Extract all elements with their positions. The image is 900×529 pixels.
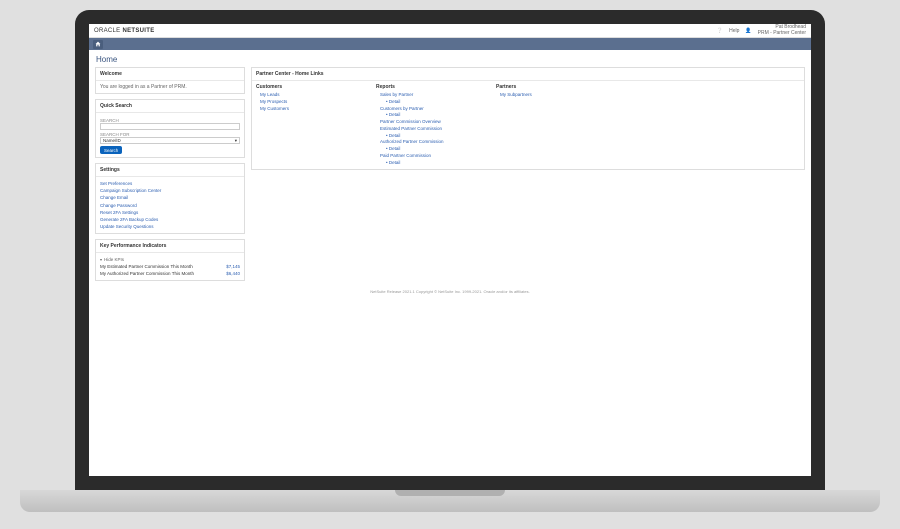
- user-block[interactable]: Pat Brodhead PRM - Partner Center: [758, 25, 806, 36]
- kpi-value[interactable]: $7,145: [226, 264, 240, 269]
- settings-title: Settings: [96, 164, 244, 177]
- kpi-hide-toggle[interactable]: ▾Hide KPIs: [100, 256, 240, 263]
- settings-link-2[interactable]: Change Email: [100, 194, 240, 201]
- quicksearch-portlet: Quick Search SEARCH SEARCH FOR Name/ID ▾…: [95, 99, 245, 158]
- homelinks-link-1-8[interactable]: • Detail: [376, 146, 476, 153]
- homelinks-heading: Partners: [496, 84, 596, 90]
- homelinks-heading: Customers: [256, 84, 356, 90]
- brand-suffix: NETSUITE: [122, 28, 154, 34]
- user-role: PRM - Partner Center: [758, 31, 806, 37]
- topbar: ORACLE NETSUITE ❔ Help 👤 Pat Brodhead PR…: [89, 24, 811, 38]
- homelinks-link-1-7[interactable]: Authorized Partner Commission: [376, 139, 476, 146]
- searchfor-select[interactable]: Name/ID ▾: [100, 137, 240, 144]
- laptop-base: [20, 490, 880, 512]
- homelinks-portlet: Partner Center - Home Links Customers My …: [251, 67, 805, 170]
- homelinks-link-2-0[interactable]: My Subpartners: [496, 92, 596, 99]
- settings-link-3[interactable]: Change Password: [100, 202, 240, 209]
- settings-link-6[interactable]: Update Security Questions: [100, 223, 240, 230]
- home-icon[interactable]: [93, 40, 103, 49]
- homelinks-link-1-2[interactable]: Customers by Partner: [376, 106, 476, 113]
- homelinks-col-0: Customers My LeadsMy ProspectsMy Customer…: [256, 84, 356, 166]
- brand-prefix: ORACLE: [94, 28, 120, 34]
- topbar-right: ❔ Help 👤 Pat Brodhead PRM - Partner Cent…: [717, 25, 806, 36]
- homelinks-link-1-5[interactable]: Estimated Partner Commission: [376, 126, 476, 133]
- homelinks-link-0-2[interactable]: My Customers: [256, 106, 356, 113]
- kpi-hide-label: Hide KPIs: [104, 257, 124, 262]
- help-link[interactable]: Help: [729, 28, 739, 34]
- kpi-portlet: Key Performance Indicators ▾Hide KPIs My…: [95, 239, 245, 281]
- collapse-icon: ▾: [100, 257, 102, 262]
- left-column: Welcome You are logged in as a Partner o…: [95, 67, 245, 281]
- homelinks-link-1-6[interactable]: • Detail: [376, 133, 476, 140]
- navbar: [89, 38, 811, 50]
- welcome-message: You are logged in as a Partner of PRM.: [96, 81, 244, 93]
- kpi-name: My Authorized Partner Commission This Mo…: [100, 271, 194, 276]
- homelinks-link-1-4[interactable]: Partner Commission Overview: [376, 119, 476, 126]
- settings-list: Set PreferencesCampaign Subscription Cen…: [96, 177, 244, 233]
- help-icon[interactable]: ❔: [717, 28, 723, 34]
- homelinks-col-2: Partners My Subpartners: [496, 84, 596, 166]
- right-column: Partner Center - Home Links Customers My …: [251, 67, 805, 281]
- homelinks-title: Partner Center - Home Links: [252, 68, 804, 81]
- chevron-down-icon: ▾: [235, 138, 237, 144]
- welcome-title: Welcome: [96, 68, 244, 81]
- homelinks-link-1-3[interactable]: • Detail: [376, 112, 476, 119]
- kpi-name: My Estimated Partner Commission This Mon…: [100, 264, 193, 269]
- kpi-value[interactable]: $6,440: [226, 271, 240, 276]
- kpi-row-1: My Authorized Partner Commission This Mo…: [100, 270, 240, 277]
- page-title: Home: [89, 50, 811, 67]
- homelinks-link-0-0[interactable]: My Leads: [256, 92, 356, 99]
- laptop-frame: ORACLE NETSUITE ❔ Help 👤 Pat Brodhead PR…: [75, 10, 825, 490]
- homelinks-col-1: ReportsSales by Partner• DetailCustomers…: [376, 84, 476, 166]
- searchfor-value: Name/ID: [103, 138, 121, 143]
- search-input[interactable]: [100, 123, 240, 130]
- content-area: Welcome You are logged in as a Partner o…: [89, 67, 811, 281]
- kpi-title: Key Performance Indicators: [96, 240, 244, 253]
- app-screen: ORACLE NETSUITE ❔ Help 👤 Pat Brodhead PR…: [89, 24, 811, 476]
- settings-link-1[interactable]: Campaign Subscription Center: [100, 187, 240, 194]
- welcome-portlet: Welcome You are logged in as a Partner o…: [95, 67, 245, 94]
- search-button[interactable]: Search: [100, 146, 122, 154]
- brand-logo: ORACLE NETSUITE: [94, 28, 155, 34]
- settings-portlet: Settings Set PreferencesCampaign Subscri…: [95, 163, 245, 234]
- homelinks-heading: Reports: [376, 84, 476, 90]
- kpi-row-0: My Estimated Partner Commission This Mon…: [100, 263, 240, 270]
- settings-link-4[interactable]: Reset 2FA Settings: [100, 209, 240, 216]
- settings-link-0[interactable]: Set Preferences: [100, 180, 240, 187]
- homelinks-link-1-9[interactable]: Paid Partner Commission: [376, 153, 476, 160]
- user-icon[interactable]: 👤: [745, 28, 751, 34]
- settings-link-5[interactable]: Generate 2FA Backup Codes: [100, 216, 240, 223]
- homelinks-link-1-0[interactable]: Sales by Partner: [376, 92, 476, 99]
- quicksearch-title: Quick Search: [96, 100, 244, 113]
- kpi-rows: My Estimated Partner Commission This Mon…: [100, 263, 240, 277]
- homelinks-body: Customers My LeadsMy ProspectsMy Customer…: [252, 81, 804, 169]
- homelinks-link-1-10[interactable]: • Detail: [376, 160, 476, 167]
- homelinks-link-0-1[interactable]: My Prospects: [256, 99, 356, 106]
- footer-text: NetSuite Release 2021.1 Copyright © NetS…: [89, 289, 811, 294]
- homelinks-link-1-1[interactable]: • Detail: [376, 99, 476, 106]
